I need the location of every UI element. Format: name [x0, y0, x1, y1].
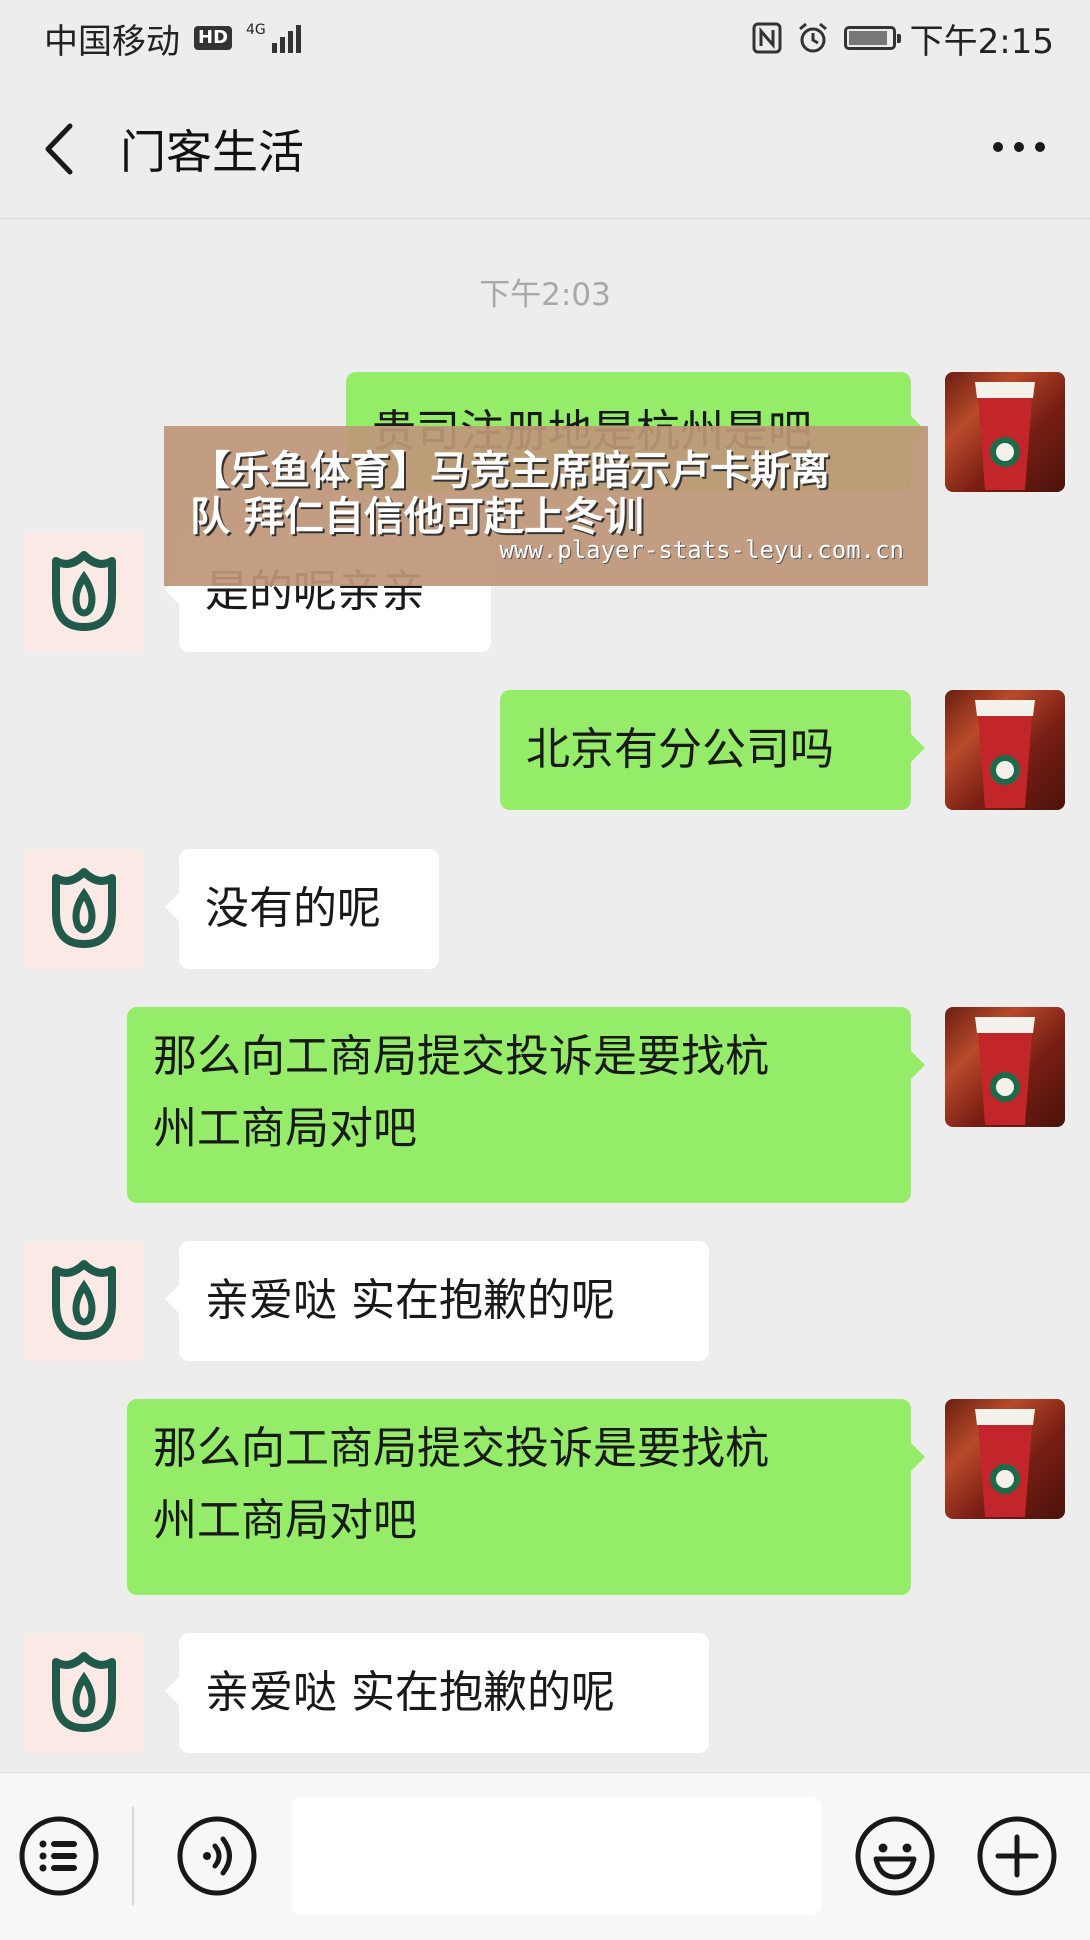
network-type: 4G [246, 22, 266, 38]
store-logo-icon [52, 1260, 116, 1340]
user-avatar[interactable] [945, 372, 1065, 492]
message-text: 亲爱哒 实在抱歉的呢 [205, 1275, 615, 1326]
message-bubble-incoming[interactable]: 没有的呢 [165, 849, 439, 969]
cup-icon [975, 700, 1035, 808]
carrier-name: 中国移动 [44, 21, 180, 62]
watermark-line-1: 【乐鱼体育】马竞主席暗示卢卡斯离 [190, 448, 830, 494]
status-left: 中国移动 HD 4G [44, 14, 301, 63]
message-bubble-outgoing[interactable]: 北京有分公司吗 [500, 690, 925, 810]
status-bar: 中国移动 HD 4G 下午2:15 [0, 0, 1090, 76]
time-separator: 下午2:03 [479, 277, 611, 313]
plus-button[interactable] [976, 1815, 1058, 1897]
store-logo-icon [52, 868, 116, 948]
store-logo-icon [52, 1652, 116, 1732]
message-bubble-outgoing[interactable]: 那么向工商局提交投诉是要找杭 州工商局对吧 [127, 1007, 925, 1203]
message-bubble-outgoing[interactable]: 那么向工商局提交投诉是要找杭 州工商局对吧 [127, 1399, 925, 1595]
cup-icon [975, 1409, 1035, 1517]
user-avatar[interactable] [945, 1399, 1065, 1519]
cup-icon [975, 382, 1035, 490]
input-bar [0, 1772, 1090, 1940]
status-right: 下午2:15 [752, 14, 1054, 63]
user-avatar[interactable] [945, 1007, 1065, 1127]
cup-icon [975, 1017, 1035, 1125]
message-text-line: 州工商局对吧 [153, 1495, 417, 1546]
message-text: 亲爱哒 实在抱歉的呢 [205, 1667, 615, 1718]
watermark-banner: 【乐鱼体育】马竞主席暗示卢卡斯离 队 拜仁自信他可赶上冬训 www.player… [164, 426, 928, 586]
message-text: 没有的呢 [205, 883, 381, 934]
battery-icon [843, 26, 901, 50]
voice-button[interactable] [176, 1815, 258, 1897]
store-avatar[interactable] [24, 1241, 144, 1361]
message-bubble-incoming[interactable]: 亲爱哒 实在抱歉的呢 [165, 1241, 709, 1361]
nfc-icon [752, 22, 782, 54]
input-divider [132, 1807, 134, 1905]
message-text-line: 那么向工商局提交投诉是要找杭 [153, 1031, 769, 1082]
message-bubble-incoming[interactable]: 亲爱哒 实在抱歉的呢 [165, 1633, 709, 1753]
message-text-line: 州工商局对吧 [153, 1103, 417, 1154]
status-time: 下午2:15 [909, 21, 1054, 62]
signal-icon: 4G [246, 23, 301, 53]
store-avatar[interactable] [24, 849, 144, 969]
store-avatar[interactable] [24, 1633, 144, 1753]
emoji-button[interactable] [854, 1815, 936, 1897]
back-button[interactable] [36, 120, 86, 178]
hd-badge: HD [194, 26, 233, 50]
alarm-icon [798, 22, 827, 53]
message-text-line: 那么向工商局提交投诉是要找杭 [153, 1423, 769, 1474]
store-avatar[interactable] [24, 532, 144, 652]
chat-title: 门客生活 [120, 125, 304, 179]
store-logo-icon [52, 551, 116, 631]
watermark-line-2: 队 拜仁自信他可赶上冬训 [190, 494, 644, 540]
menu-toggle-button[interactable] [18, 1815, 100, 1897]
message-text: 北京有分公司吗 [526, 724, 834, 775]
message-input[interactable] [292, 1797, 822, 1915]
watermark-url: www.player-stats-leyu.com.cn [499, 536, 904, 564]
user-avatar[interactable] [945, 690, 1065, 810]
more-options-button[interactable] [984, 122, 1054, 172]
chat-header: 门客生活 [0, 76, 1090, 219]
